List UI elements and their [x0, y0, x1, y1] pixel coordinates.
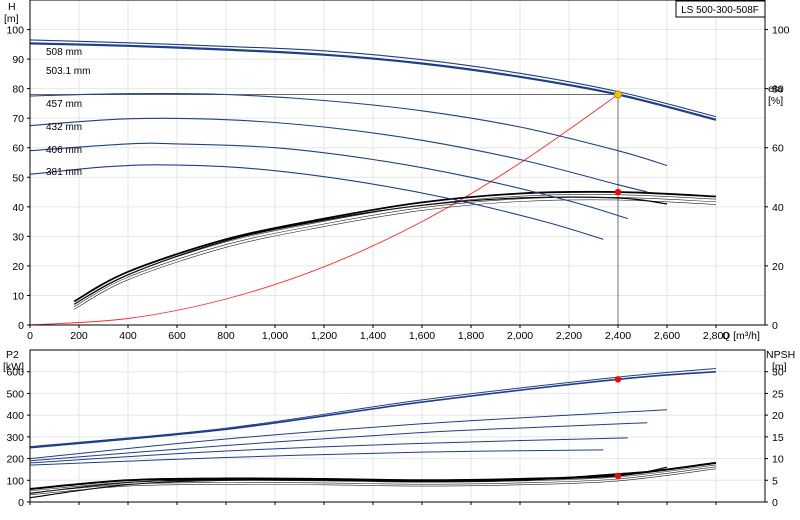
power-y-tick-label: 500	[6, 388, 24, 400]
flow-x-tick-label: 2,400	[605, 330, 631, 342]
head-y-tick-label: 100	[6, 25, 24, 37]
eta-y-tick-label: 40	[772, 202, 784, 214]
head-curve-label-432-mm: 432 mm	[46, 122, 82, 133]
flow-x-tick-label: 1,200	[311, 330, 337, 342]
efficiency-point-marker	[614, 188, 622, 196]
head-y-tick-label: 0	[18, 320, 24, 332]
head-y-tick-label: 20	[12, 261, 24, 273]
eta-axis-unit: [%]	[768, 95, 783, 107]
head-curve-label-381-mm: 381 mm	[46, 167, 82, 178]
flow-x-tick-label: 1,600	[409, 330, 435, 342]
flow-x-tick-label: 800	[217, 330, 235, 342]
efficiency-curve	[73, 196, 668, 305]
power-y-tick-label: 300	[6, 432, 24, 444]
axes: 01020304050607080901000204060801000 200 40…	[3, 0, 795, 509]
flow-axis-label: Q [m³/h]	[722, 330, 760, 342]
eta-axis-label: eta	[768, 83, 783, 95]
pump-model-label: LS 500-300-508F	[681, 5, 759, 16]
head-curve-label-508-mm: 508 mm	[46, 47, 82, 58]
npsh-axis-unit: [m]	[772, 361, 787, 373]
flow-x-tick-label: 1,800	[458, 330, 484, 342]
eta-y-tick-label: 100	[772, 25, 790, 37]
head-y-tick-label: 60	[12, 143, 24, 155]
head-y-tick-label: 80	[12, 84, 24, 96]
pump-curve-chart: 508 mm 503.1 mm 457 mm 432 mm 406 mm 381 mm 0…	[3, 0, 795, 509]
flow-x-tick-label: 600	[168, 330, 186, 342]
head-plot-frame	[29, 0, 766, 326]
head-axis-unit: [m]	[4, 13, 19, 25]
pump-model-box: LS 500-300-508F	[675, 0, 766, 18]
head-curve-label-503-1-mm: 503.1 mm	[46, 66, 90, 77]
head-y-tick-label: 30	[12, 231, 24, 243]
npsh-axis-label: NPSH	[766, 349, 795, 361]
duty-point-marker	[614, 90, 623, 99]
head-axis-label: H	[8, 1, 16, 13]
npsh-y-tick-label: 10	[772, 454, 784, 466]
power-axis-unit: [kW]	[3, 361, 24, 373]
power-axis-label: P2	[6, 349, 19, 361]
head-y-tick-label: 90	[12, 54, 24, 66]
npsh-y-tick-label: 5	[772, 475, 778, 487]
npsh-point-marker	[614, 472, 622, 480]
flow-x-tick-label: 0	[27, 330, 33, 342]
flow-x-tick-label: 2,200	[556, 330, 582, 342]
flow-x-tick-label: 200	[70, 330, 88, 342]
efficiency-curve-band	[73, 196, 717, 307]
flow-x-tick-label: 400	[119, 330, 137, 342]
flow-x-tick-label: 2,600	[654, 330, 680, 342]
flow-x-tick-label: 1,400	[360, 330, 386, 342]
power-curve-432-mm	[29, 422, 648, 462]
npsh-y-tick-label: 0	[772, 497, 778, 509]
power-y-tick-label: 200	[6, 454, 24, 466]
eta-y-tick-label: 0	[772, 320, 778, 332]
flow-x-tick-label: 2,000	[507, 330, 533, 342]
flow-x-tick-label: 1,000	[262, 330, 288, 342]
eta-y-tick-label: 20	[772, 261, 784, 273]
head-curve-label-457-mm: 457 mm	[46, 99, 82, 110]
power-point-marker	[614, 376, 622, 383]
npsh-y-tick-label: 20	[772, 410, 784, 422]
head-y-tick-label: 10	[12, 290, 24, 302]
efficiency-curve-band	[73, 194, 717, 305]
npsh-y-tick-label: 15	[772, 432, 784, 444]
power-y-tick-label: 400	[6, 410, 24, 422]
head-y-tick-label: 50	[12, 172, 24, 184]
head-grid	[29, 0, 765, 326]
npsh-y-tick-label: 25	[772, 388, 784, 400]
power-curve-457-mm	[29, 409, 668, 460]
power-y-tick-label: 0	[18, 497, 24, 509]
head-y-tick-label: 40	[12, 202, 24, 214]
eta-y-tick-label: 60	[772, 143, 784, 155]
head-y-tick-label: 70	[12, 113, 24, 125]
power-y-tick-label: 100	[6, 475, 24, 487]
head-curve-label-406-mm: 406 mm	[46, 145, 82, 156]
